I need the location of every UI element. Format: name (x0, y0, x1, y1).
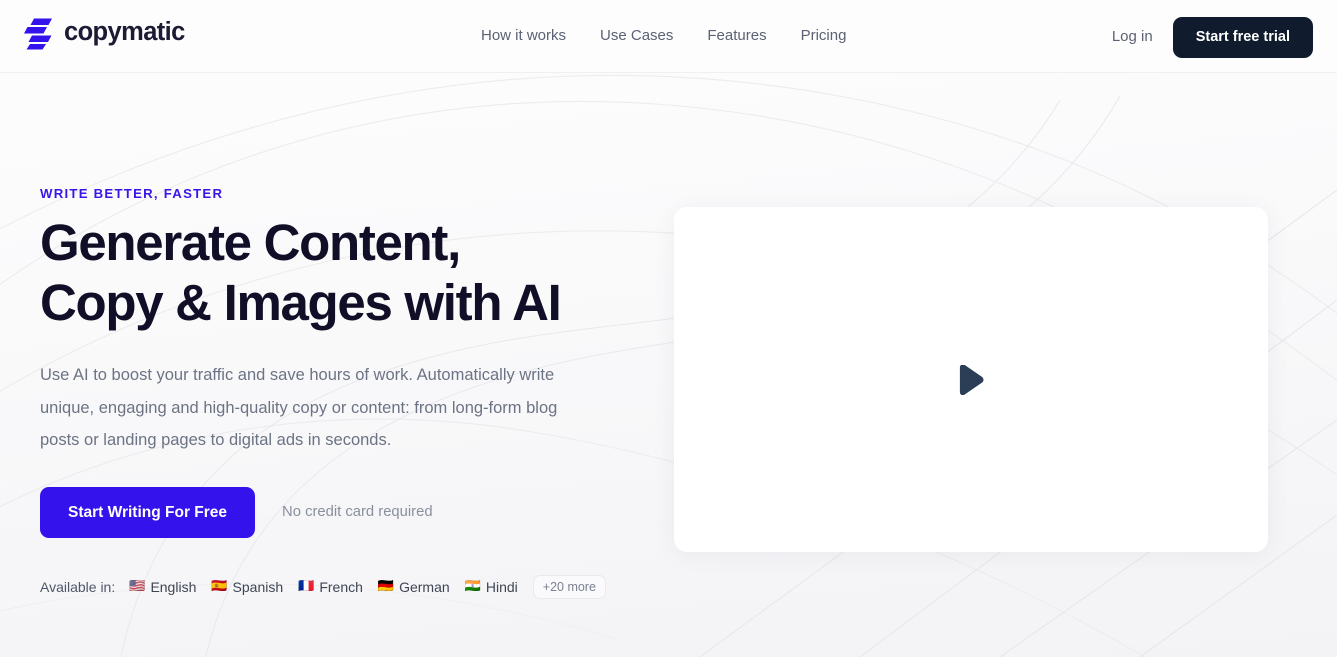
landing-page: copymatic How it works Use Cases Feature… (0, 0, 1337, 657)
language-english[interactable]: 🇺🇸 English (129, 579, 196, 595)
hero-copy: WRITE BETTER, FASTER Generate Content, C… (40, 186, 640, 600)
language-german[interactable]: 🇩🇪 German (378, 579, 450, 595)
nav-item-use-cases[interactable]: Use Cases (583, 26, 690, 46)
start-free-trial-button[interactable]: Start free trial (1172, 17, 1313, 58)
hero-subtitle: Use AI to boost your traffic and save ho… (40, 366, 558, 450)
brand-name: copymatic (64, 18, 185, 47)
available-in-label: Available in: (40, 578, 116, 595)
language-spanish[interactable]: 🇪🇸 Spanish (211, 579, 283, 595)
language-label: Hindi (485, 578, 518, 595)
flag-es-icon: 🇪🇸 (211, 579, 228, 595)
copymatic-logo-icon (24, 18, 52, 50)
play-triangle-icon[interactable] (958, 364, 984, 395)
flag-fr-icon: 🇫🇷 (298, 579, 315, 595)
hero-video-player[interactable] (674, 207, 1268, 552)
language-hindi[interactable]: 🇮🇳 Hindi (465, 579, 518, 595)
start-writing-for-free-button[interactable]: Start Writing For Free (40, 486, 256, 538)
available-languages: Available in: 🇺🇸 English 🇪🇸 Spanish 🇫🇷 F… (40, 574, 640, 600)
language-label: French (319, 578, 363, 595)
page-title: Generate Content, Copy & Images with AI (40, 213, 640, 332)
hero-title-line-1: Generate Content, (40, 213, 461, 271)
language-french[interactable]: 🇫🇷 French (298, 579, 363, 595)
hero-section: WRITE BETTER, FASTER Generate Content, C… (0, 73, 1337, 657)
language-label: English (150, 578, 197, 595)
flag-in-icon: 🇮🇳 (464, 579, 481, 595)
header-actions: Log in Start free trial (1112, 17, 1313, 58)
flag-de-icon: 🇩🇪 (377, 579, 395, 595)
nav-item-how-it-works[interactable]: How it works (481, 26, 583, 46)
more-languages-badge[interactable]: +20 more (532, 574, 606, 600)
hero-cta-row: Start Writing For Free No credit card re… (40, 486, 640, 538)
hero-title-line-2: Copy & Images with AI (40, 273, 562, 331)
brand-logo[interactable]: copymatic (24, 16, 185, 50)
flag-us-icon: 🇺🇸 (129, 579, 146, 595)
login-link[interactable]: Log in (1112, 27, 1153, 47)
main-nav: How it works Use Cases Features Pricing (481, 26, 863, 46)
language-label: German (399, 578, 450, 595)
language-label: Spanish (232, 578, 284, 595)
site-header: copymatic How it works Use Cases Feature… (0, 0, 1337, 73)
no-credit-card-note: No credit card required (282, 504, 433, 521)
hero-eyebrow: WRITE BETTER, FASTER (40, 186, 224, 201)
nav-item-pricing[interactable]: Pricing (784, 26, 864, 46)
nav-item-features[interactable]: Features (690, 26, 783, 46)
